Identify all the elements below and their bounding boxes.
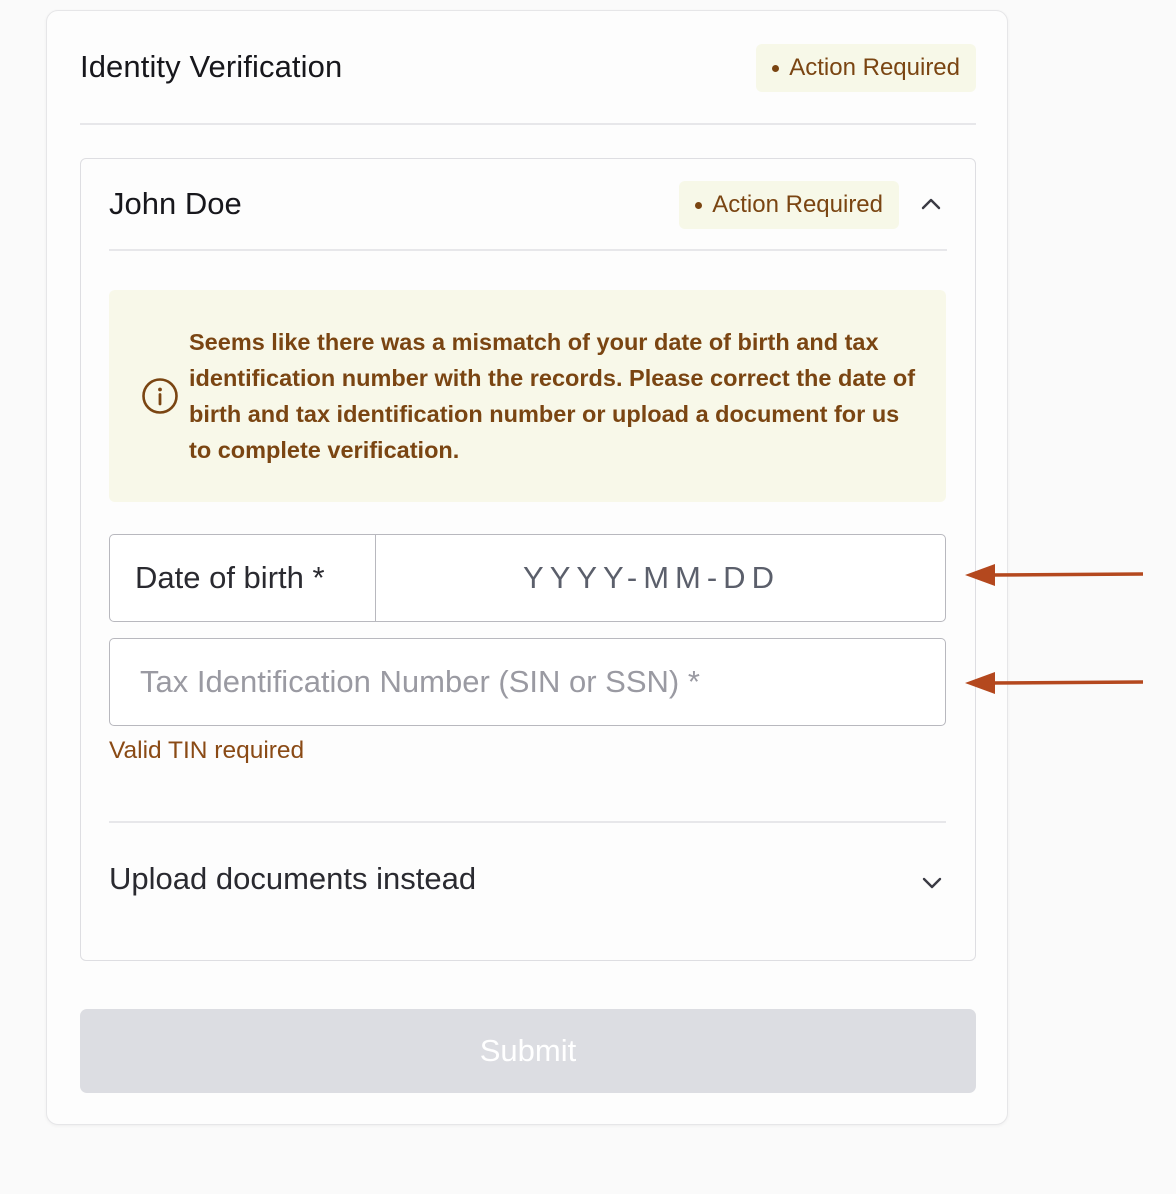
person-accordion: John Doe Action Required Seems like ther… [80, 158, 976, 961]
date-of-birth-field[interactable]: Date of birth * YYYY-MM-DD [109, 534, 946, 622]
person-status-badge: Action Required [679, 181, 899, 229]
date-of-birth-label: Date of birth * [110, 535, 376, 621]
person-accordion-header[interactable]: John Doe Action Required [109, 159, 947, 251]
tin-placeholder: Tax Identification Number (SIN or SSN) * [140, 664, 700, 699]
upload-documents-toggle[interactable]: Upload documents instead [109, 824, 946, 934]
mismatch-alert: Seems like there was a mismatch of your … [109, 290, 946, 502]
annotation-arrow-icon [965, 672, 1144, 694]
status-dot-icon [695, 201, 703, 209]
submit-button[interactable]: Submit [80, 1009, 976, 1093]
alert-message: Seems like there was a mismatch of your … [189, 329, 916, 463]
divider [109, 821, 946, 823]
person-status-badge-label: Action Required [712, 191, 883, 218]
person-name: John Doe [109, 186, 242, 221]
chevron-down-icon[interactable] [920, 871, 944, 895]
tin-error-message: Valid TIN required [109, 737, 305, 764]
status-badge: Action Required [756, 44, 976, 92]
card-title: Identity Verification [80, 49, 343, 84]
identity-verification-card: Identity Verification Action Required Jo… [46, 10, 1008, 1125]
chevron-up-icon[interactable] [919, 192, 943, 216]
card-header: Identity Verification Action Required [80, 11, 976, 125]
date-of-birth-input[interactable]: YYYY-MM-DD [376, 535, 945, 621]
info-circle-icon [142, 378, 178, 414]
tin-input[interactable]: Tax Identification Number (SIN or SSN) * [109, 638, 946, 726]
status-dot-icon [772, 64, 780, 72]
upload-documents-label: Upload documents instead [109, 861, 477, 896]
status-badge-label: Action Required [789, 54, 960, 81]
annotation-arrow-icon [965, 564, 1144, 586]
